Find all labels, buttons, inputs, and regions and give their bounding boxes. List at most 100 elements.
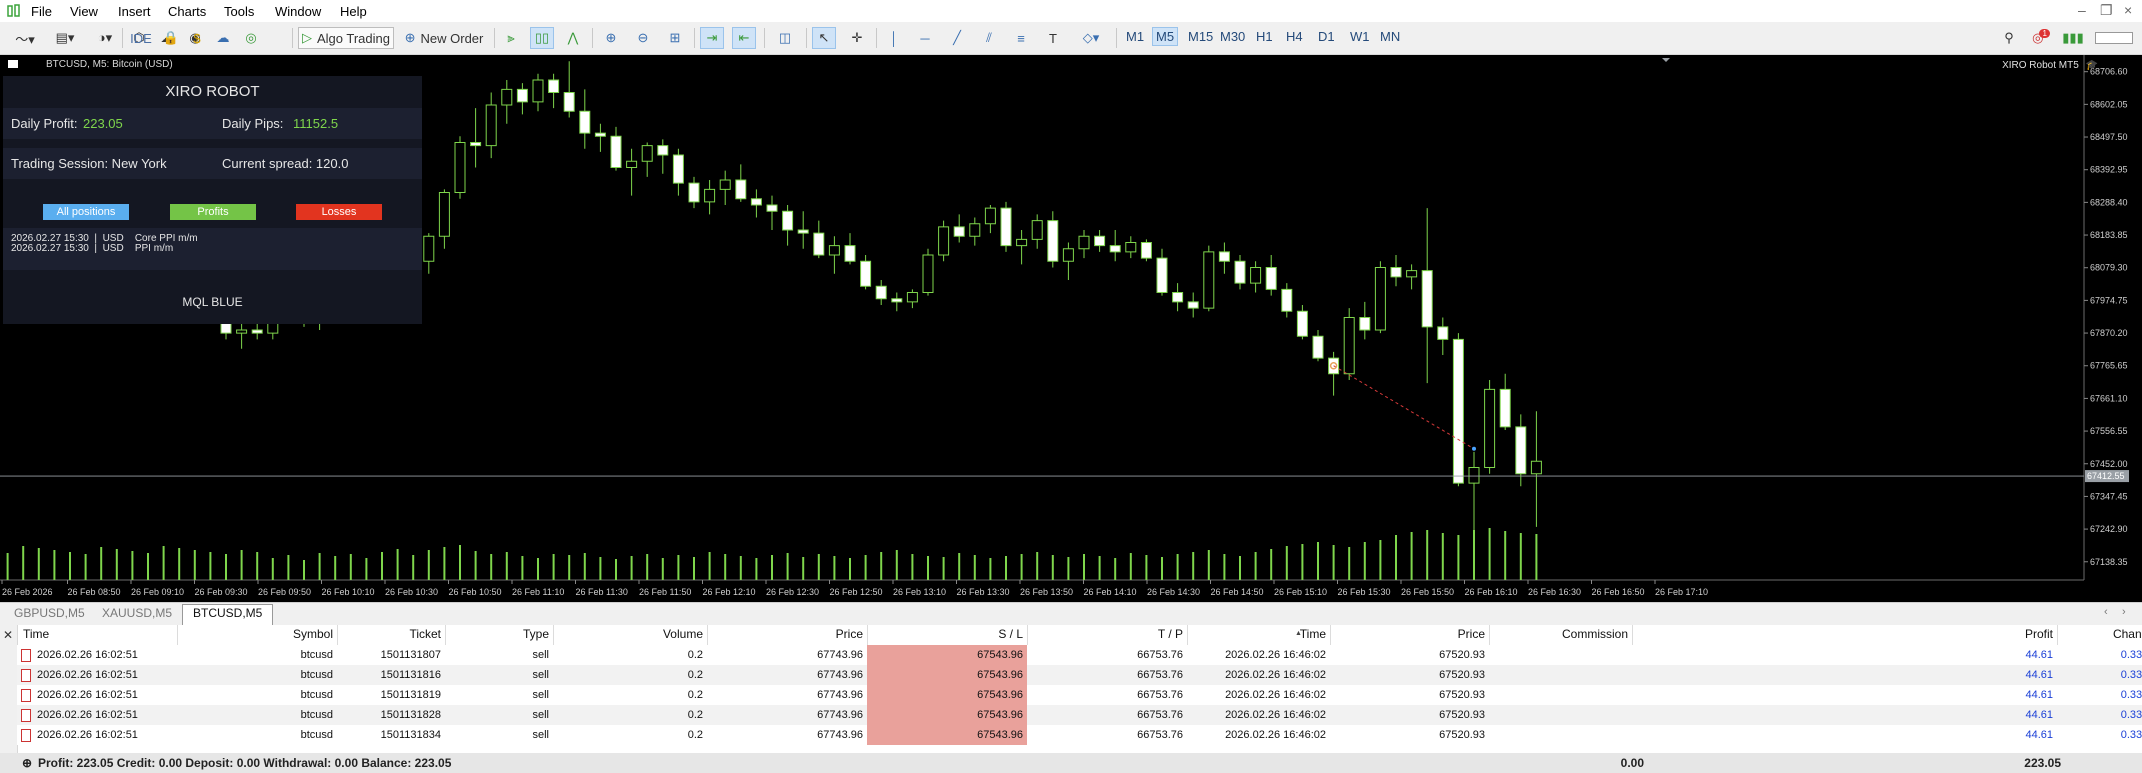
time-tick-label: 26 Feb 15:50	[1401, 587, 1454, 597]
bull-candle	[1468, 467, 1480, 484]
bear-candle	[1359, 317, 1371, 331]
autoscroll-icon[interactable]: ⇥	[700, 27, 724, 49]
menu-charts[interactable]: Charts	[168, 4, 206, 19]
cell-price: 67743.96	[817, 689, 863, 701]
header-profit[interactable]: Profit	[2024, 627, 2053, 647]
restore-icon[interactable]: ❐	[2100, 2, 2113, 19]
shapes-icon[interactable]: ◇▾	[1074, 27, 1108, 49]
timeframe-m5[interactable]: M5	[1152, 27, 1179, 46]
timeframe-m1[interactable]: M1	[1126, 29, 1144, 44]
bull-candle	[922, 254, 934, 293]
notifications-icon[interactable]: ◎ 1	[2030, 27, 2052, 49]
time-tick-label: 26 Feb 11:30	[576, 587, 628, 597]
header-time[interactable]: Time	[23, 627, 50, 647]
price-tick-label: 68288.40	[2090, 197, 2128, 207]
header-type[interactable]: Type	[522, 627, 549, 647]
timeframe-d1[interactable]: D1	[1318, 29, 1335, 44]
time-tick-label: 26 Feb 14:50	[1211, 587, 1264, 597]
tab-xauusd[interactable]: XAUUSD,M5	[102, 606, 172, 620]
profits-button[interactable]: Profits	[170, 204, 256, 220]
table-row[interactable]: 2026.02.26 16:02:51 btcusd 1501131816 sell 0…	[17, 665, 2142, 685]
menu-view[interactable]: View	[70, 4, 98, 19]
losses-button[interactable]: Losses	[296, 204, 382, 220]
menu-file[interactable]: File	[31, 4, 52, 19]
channel-icon[interactable]: ⫽	[978, 27, 1000, 49]
trendline-icon[interactable]: ╱	[946, 27, 968, 49]
daily-profit-value: 223.05	[83, 116, 123, 131]
cursor-icon[interactable]: ↖	[812, 27, 836, 49]
table-row[interactable]: 2026.02.26 16:02:51 btcusd 1501131819 sell 0…	[17, 685, 2142, 705]
bear-candle	[813, 232, 825, 256]
fibonacci-icon[interactable]: ≡	[1010, 27, 1032, 49]
timeframe-mn[interactable]: MN	[1380, 29, 1400, 44]
candle-chart-icon[interactable]: ▯▯	[530, 27, 554, 49]
search-icon[interactable]: ⚲	[1998, 27, 2020, 49]
zoom-out-icon[interactable]: ⊖	[632, 27, 654, 49]
lock-icon[interactable]: 🔒	[160, 27, 182, 49]
bear-candle	[860, 260, 872, 287]
timeframe-m30[interactable]: M30	[1220, 29, 1245, 44]
scroll-right-icon[interactable]: ›	[2122, 606, 2126, 618]
horizontal-line-icon[interactable]: ─	[914, 27, 936, 49]
chart-type-icon[interactable]: 〜▾	[8, 27, 42, 49]
signals-icon[interactable]: ◎	[240, 27, 262, 49]
bar-chart-icon[interactable]: ⫸	[500, 27, 522, 49]
header-symbol[interactable]: Symbol	[292, 627, 333, 647]
price-chart[interactable]: 68706.60 68602.05 68497.50 68392.95 68288.40…	[0, 55, 2142, 602]
timeframe-h1[interactable]: H1	[1256, 29, 1273, 44]
header-price[interactable]: Price	[835, 627, 863, 647]
cell-ticket: 1501131816	[380, 669, 441, 681]
profiles-icon[interactable]: ◑▾	[88, 27, 122, 49]
connection-bar-icon	[2094, 27, 2134, 49]
cell-time: 2026.02.26 16:02:51	[37, 649, 138, 661]
scroll-left-icon[interactable]: ‹	[2104, 606, 2108, 618]
summary-text: Profit: 223.05 Credit: 0.00 Deposit: 0.0…	[38, 756, 452, 770]
crosshair-icon[interactable]: ✛	[846, 27, 868, 49]
position-icon	[21, 689, 31, 702]
header-change[interactable]: Change	[2112, 627, 2142, 647]
menu-help[interactable]: Help	[340, 4, 367, 19]
header-ticket[interactable]: Ticket	[409, 627, 441, 647]
summary-expand-icon[interactable]: ⊕	[22, 756, 32, 770]
templates-icon[interactable]: ▤▾	[48, 27, 82, 49]
vertical-line-icon[interactable]: │	[884, 27, 904, 49]
bull-candle	[454, 142, 466, 193]
header-t-p[interactable]: T / P	[1157, 627, 1183, 647]
bear-candle	[1140, 242, 1152, 259]
tab-btcusd[interactable]: BTCUSD,M5	[182, 604, 274, 625]
new-order-button[interactable]: ⊕ New Order	[402, 27, 486, 49]
tab-gbpusd[interactable]: GBPUSD,M5	[14, 606, 85, 620]
all-positions-button[interactable]: All positions	[43, 204, 129, 220]
close-terminal-icon[interactable]: ✕	[3, 628, 13, 642]
chart-shift-icon[interactable]: ⇤	[732, 27, 756, 49]
close-icon[interactable]: ×	[2124, 2, 2132, 18]
zoom-in-icon[interactable]: ⊕	[600, 27, 622, 49]
header-price[interactable]: Price	[1457, 627, 1485, 647]
cell-time: 2026.02.26 16:02:51	[37, 669, 138, 681]
table-row[interactable]: 2026.02.26 16:02:51 btcusd 1501131828 sell 0…	[17, 705, 2142, 725]
tile-windows-icon[interactable]: ⊞	[664, 27, 686, 49]
algo-trading-button[interactable]: ▷ Algo Trading	[298, 27, 394, 49]
bull-candle	[1530, 460, 1542, 475]
table-row[interactable]: 2026.02.26 16:02:51 btcusd 1501131807 sell 0…	[17, 645, 2142, 665]
header-time[interactable]: Time	[1299, 627, 1326, 647]
cloud-icon[interactable]: ☁	[212, 27, 234, 49]
text-icon[interactable]: T	[1042, 27, 1064, 49]
timeframe-h4[interactable]: H4	[1286, 29, 1303, 44]
dollar-icon[interactable]: $	[186, 27, 208, 49]
timeframe-m15[interactable]: M15	[1188, 29, 1213, 44]
line-chart-icon[interactable]: ⋀	[562, 27, 584, 49]
timeframe-w1[interactable]: W1	[1350, 29, 1370, 44]
header-commission[interactable]: Commission	[1561, 627, 1628, 647]
minimize-icon[interactable]: –	[2078, 2, 2086, 18]
signal-strength-icon[interactable]: ▮▮▮	[2062, 27, 2084, 49]
header-volume[interactable]: Volume	[662, 627, 703, 647]
menu-insert[interactable]: Insert	[118, 4, 151, 19]
ide-button[interactable]: IDE	[128, 27, 154, 49]
robot-label: XIRO Robot MT5 🎓	[2002, 60, 2098, 71]
header-s-l[interactable]: S / L	[998, 627, 1023, 647]
table-row[interactable]: 2026.02.26 16:02:51 btcusd 1501131834 sell 0…	[17, 725, 2142, 745]
menu-tools[interactable]: Tools	[224, 4, 254, 19]
menu-window[interactable]: Window	[275, 4, 321, 19]
screenshot-icon[interactable]: ◫	[774, 27, 796, 49]
